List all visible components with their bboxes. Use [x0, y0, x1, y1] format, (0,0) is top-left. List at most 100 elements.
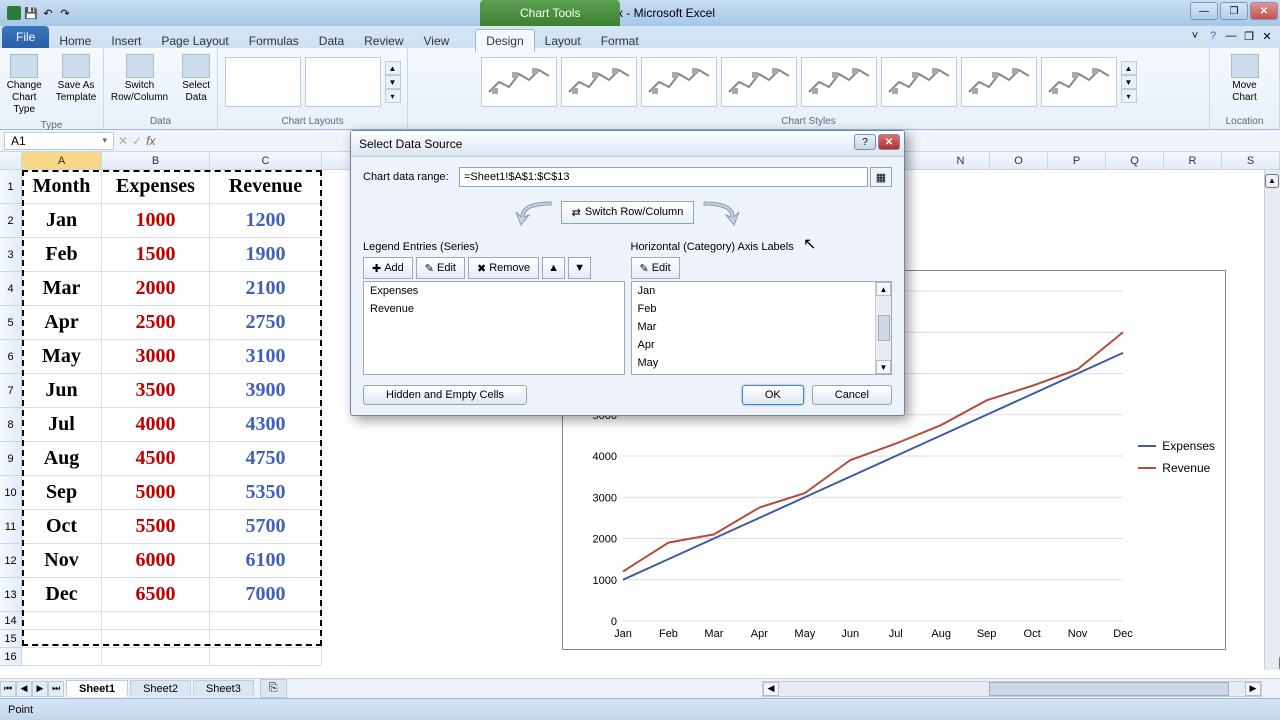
- hidden-empty-cells-button[interactable]: Hidden and Empty Cells: [363, 385, 527, 405]
- row-header[interactable]: 12: [0, 544, 22, 578]
- row-header[interactable]: 7: [0, 374, 22, 408]
- table-cell[interactable]: 2100: [210, 272, 322, 306]
- sheet-tab[interactable]: Sheet2: [130, 680, 191, 697]
- table-cell[interactable]: [102, 630, 210, 648]
- chart-data-range-input[interactable]: [459, 167, 868, 187]
- minimize-button[interactable]: —: [1190, 2, 1218, 20]
- tab-layout[interactable]: Layout: [535, 30, 591, 52]
- table-cell[interactable]: [210, 630, 322, 648]
- list-item[interactable]: Mar: [632, 318, 892, 336]
- table-cell[interactable]: 3500: [102, 374, 210, 408]
- style-thumb[interactable]: [561, 57, 637, 107]
- remove-series-button[interactable]: ✖Remove: [468, 257, 539, 279]
- fx-icon[interactable]: fx: [146, 134, 155, 148]
- table-cell[interactable]: 7000: [210, 578, 322, 612]
- chart-styles-gallery[interactable]: ▲▼▾: [481, 52, 1137, 112]
- scroll-right-icon[interactable]: ▶: [1245, 682, 1261, 696]
- maximize-button[interactable]: ❐: [1220, 2, 1248, 20]
- select-all-corner[interactable]: [0, 152, 22, 169]
- save-as-template-button[interactable]: Save As Template: [52, 52, 101, 118]
- switch-row-column-dialog-button[interactable]: ⇄Switch Row/Column: [561, 201, 695, 224]
- table-cell[interactable]: May: [22, 340, 102, 374]
- range-picker-icon[interactable]: ▦: [870, 167, 892, 187]
- switch-row-column-button[interactable]: Switch Row/Column: [107, 52, 172, 106]
- tab-home[interactable]: Home: [49, 30, 101, 52]
- name-box[interactable]: A1: [4, 132, 114, 150]
- add-series-button[interactable]: ✚Add: [363, 257, 413, 279]
- table-header-cell[interactable]: Revenue: [210, 170, 322, 204]
- layout-thumb[interactable]: [305, 57, 381, 107]
- table-cell[interactable]: 1900: [210, 238, 322, 272]
- table-cell[interactable]: 5500: [102, 510, 210, 544]
- style-thumb[interactable]: [1041, 57, 1117, 107]
- table-cell[interactable]: 5700: [210, 510, 322, 544]
- table-cell[interactable]: 2500: [102, 306, 210, 340]
- table-cell[interactable]: [102, 648, 210, 666]
- table-cell[interactable]: 4300: [210, 408, 322, 442]
- move-up-button[interactable]: ▲: [542, 257, 565, 279]
- list-item[interactable]: Jan: [632, 282, 892, 300]
- help-icon[interactable]: ?: [1206, 29, 1220, 43]
- gallery-more-icon[interactable]: ▾: [1121, 89, 1137, 103]
- tab-design[interactable]: Design: [475, 29, 534, 52]
- series-listbox[interactable]: ExpensesRevenue: [363, 281, 625, 375]
- column-header[interactable]: O: [990, 152, 1048, 169]
- table-cell[interactable]: Apr: [22, 306, 102, 340]
- table-cell[interactable]: 6500: [102, 578, 210, 612]
- cancel-button[interactable]: Cancel: [812, 385, 892, 405]
- first-sheet-icon[interactable]: ⏮: [0, 681, 16, 697]
- gallery-up-icon[interactable]: ▲: [1121, 61, 1137, 75]
- column-header[interactable]: P: [1048, 152, 1106, 169]
- table-cell[interactable]: 3000: [102, 340, 210, 374]
- table-cell[interactable]: Aug: [22, 442, 102, 476]
- row-header[interactable]: 8: [0, 408, 22, 442]
- vertical-scrollbar[interactable]: ▲ ▼: [1264, 170, 1280, 670]
- row-header[interactable]: 13: [0, 578, 22, 612]
- row-header[interactable]: 9: [0, 442, 22, 476]
- horizontal-scrollbar[interactable]: ◀ ▶: [762, 681, 1262, 697]
- style-thumb[interactable]: [961, 57, 1037, 107]
- column-header[interactable]: C: [210, 152, 322, 169]
- table-cell[interactable]: Mar: [22, 272, 102, 306]
- row-header[interactable]: 2: [0, 204, 22, 238]
- next-sheet-icon[interactable]: ▶: [32, 681, 48, 697]
- table-cell[interactable]: Sep: [22, 476, 102, 510]
- dialog-close-icon[interactable]: ✕: [878, 134, 900, 150]
- gallery-down-icon[interactable]: ▼: [1121, 75, 1137, 89]
- move-chart-button[interactable]: Move Chart: [1227, 52, 1263, 106]
- table-cell[interactable]: [210, 648, 322, 666]
- sheet-tab[interactable]: Sheet1: [66, 680, 128, 697]
- table-cell[interactable]: [22, 630, 102, 648]
- table-cell[interactable]: Feb: [22, 238, 102, 272]
- table-cell[interactable]: [22, 612, 102, 630]
- scroll-down-icon[interactable]: ▼: [876, 360, 891, 374]
- gallery-more-icon[interactable]: ▾: [385, 89, 401, 103]
- row-header[interactable]: 4: [0, 272, 22, 306]
- list-item[interactable]: Revenue: [364, 300, 624, 318]
- list-item[interactable]: Feb: [632, 300, 892, 318]
- row-header[interactable]: 6: [0, 340, 22, 374]
- listbox-scrollbar[interactable]: ▲ ▼: [875, 282, 891, 374]
- row-header[interactable]: 10: [0, 476, 22, 510]
- table-cell[interactable]: [102, 612, 210, 630]
- gallery-up-icon[interactable]: ▲: [385, 61, 401, 75]
- scroll-up-icon[interactable]: ▲: [1265, 174, 1279, 188]
- workbook-maximize-icon[interactable]: ❐: [1242, 29, 1256, 43]
- dialog-help-icon[interactable]: ?: [854, 134, 876, 150]
- scroll-thumb[interactable]: [878, 315, 890, 341]
- tab-file[interactable]: File: [2, 26, 49, 48]
- table-cell[interactable]: 4750: [210, 442, 322, 476]
- tab-format[interactable]: Format: [591, 30, 649, 52]
- list-item[interactable]: Apr: [632, 336, 892, 354]
- redo-icon[interactable]: ↷: [57, 5, 73, 21]
- table-cell[interactable]: 4500: [102, 442, 210, 476]
- table-cell[interactable]: [210, 612, 322, 630]
- table-cell[interactable]: 4000: [102, 408, 210, 442]
- row-header[interactable]: 5: [0, 306, 22, 340]
- minimize-ribbon-icon[interactable]: ˅: [1188, 29, 1202, 43]
- style-thumb[interactable]: [641, 57, 717, 107]
- style-thumb[interactable]: [721, 57, 797, 107]
- row-header[interactable]: 14: [0, 612, 22, 630]
- table-header-cell[interactable]: Expenses: [102, 170, 210, 204]
- prev-sheet-icon[interactable]: ◀: [16, 681, 32, 697]
